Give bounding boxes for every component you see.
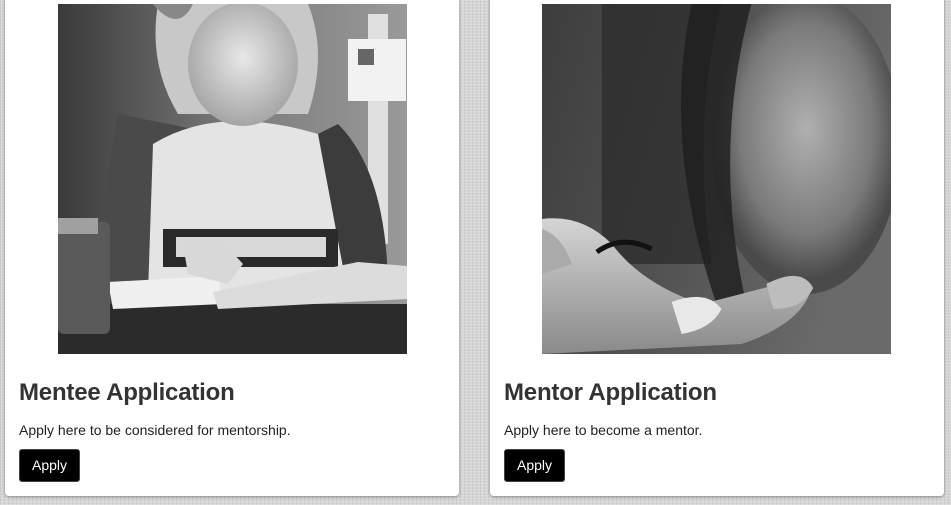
mentee-apply-button[interactable]: Apply bbox=[19, 449, 80, 482]
student-reading-photo bbox=[58, 4, 407, 354]
mentee-application-card: Mentee Application Apply here to be cons… bbox=[5, 0, 459, 496]
mentee-application-title: Mentee Application bbox=[19, 379, 235, 406]
mentor-application-description: Apply here to become a mentor. bbox=[504, 422, 703, 438]
mentor-apply-button[interactable]: Apply bbox=[504, 449, 565, 482]
mentee-application-description: Apply here to be considered for mentorsh… bbox=[19, 422, 291, 438]
mentor-application-title: Mentor Application bbox=[504, 379, 717, 406]
open-hand-photo bbox=[542, 4, 891, 354]
mentor-application-card: Mentor Application Apply here to become … bbox=[490, 0, 944, 496]
